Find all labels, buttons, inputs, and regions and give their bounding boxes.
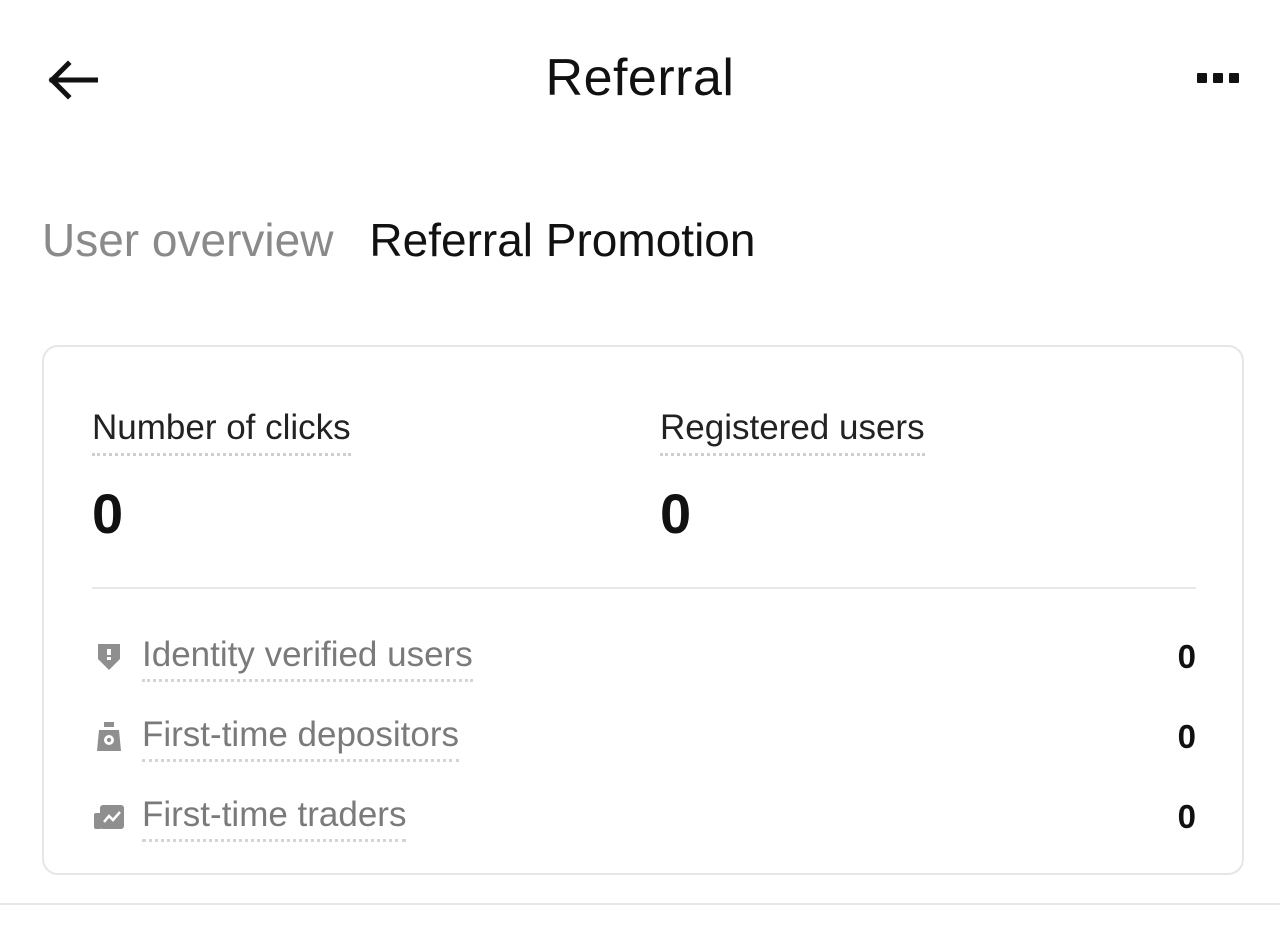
registered-value: 0 [660,482,692,545]
arrow-left-icon [48,60,98,100]
list-item-first-time-traders: First-time traders 0 [92,777,1196,857]
tab-referral-promotion[interactable]: Referral Promotion [369,212,755,268]
first-time-traders-value: 0 [1177,798,1196,835]
list-item-identity-verified: Identity verified users 0 [92,617,1196,697]
tab-user-overview[interactable]: User overview [42,212,333,268]
chart-trend-icon [92,800,126,834]
page-title: Referral [545,49,735,107]
identity-verified-label[interactable]: Identity verified users [142,633,473,682]
registered-stat: Registered users 0 [660,405,925,544]
divider [92,587,1196,589]
stats-card: Number of clicks 0 Registered users 0 Id… [42,345,1244,875]
funnel-list: Identity verified users 0 First-time dep… [92,617,1196,857]
referral-page: Referral User overview Referral Promotio… [0,0,1280,931]
clicks-stat: Number of clicks 0 [92,405,351,544]
top-bar: Referral [0,0,1280,160]
registered-label[interactable]: Registered users [660,405,925,456]
more-dot [1213,73,1223,83]
tab-bar: User overview Referral Promotion [42,212,755,268]
first-time-depositors-label[interactable]: First-time depositors [142,713,460,762]
money-bag-icon [92,720,126,754]
back-button[interactable] [40,48,104,112]
clicks-value: 0 [92,482,124,545]
more-options-button[interactable] [1190,58,1246,98]
identity-verified-value: 0 [1177,638,1196,675]
more-horizontal-icon [1197,73,1207,83]
bottom-divider [0,903,1280,905]
first-time-traders-label[interactable]: First-time traders [142,793,407,842]
first-time-depositors-value: 0 [1177,718,1196,755]
clicks-label[interactable]: Number of clicks [92,405,351,456]
more-dot [1229,73,1239,83]
list-item-first-time-depositors: First-time depositors 0 [92,697,1196,777]
shield-icon [92,640,126,674]
